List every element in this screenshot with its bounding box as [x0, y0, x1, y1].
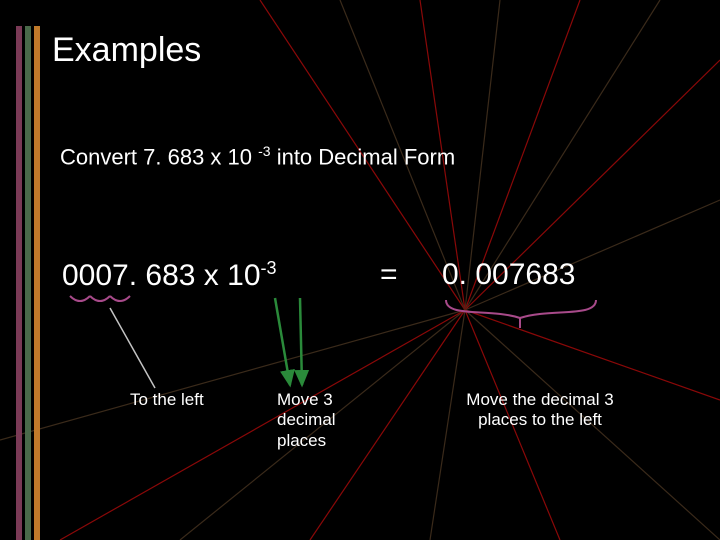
expression-left: 0007. 683 x 10-3 — [62, 258, 277, 293]
subtitle: Convert 7. 683 x 10 -3 into Decimal Form — [60, 143, 455, 170]
annotation-move-3: Move 3 decimal places — [277, 390, 357, 451]
subtitle-prefix: Convert 7. 683 x 10 — [60, 144, 258, 169]
subtitle-suffix: into Decimal Form — [271, 144, 456, 169]
sidebar-stripe-icon — [16, 68, 40, 540]
slide-title: Examples — [52, 31, 201, 70]
annotation-to-the-left: To the left — [130, 390, 204, 410]
expression-right: 0. 007683 — [442, 258, 575, 292]
subtitle-exponent: -3 — [258, 143, 270, 159]
title-bar: Examples — [0, 20, 720, 80]
expr-left-base: 0007. 683 x 10 — [62, 259, 261, 292]
expr-left-exponent: -3 — [261, 258, 277, 278]
annotation-move-decimal: Move the decimal 3 places to the left — [455, 390, 625, 431]
title-stripe-icon — [0, 26, 44, 74]
equals-sign: = — [380, 258, 398, 292]
